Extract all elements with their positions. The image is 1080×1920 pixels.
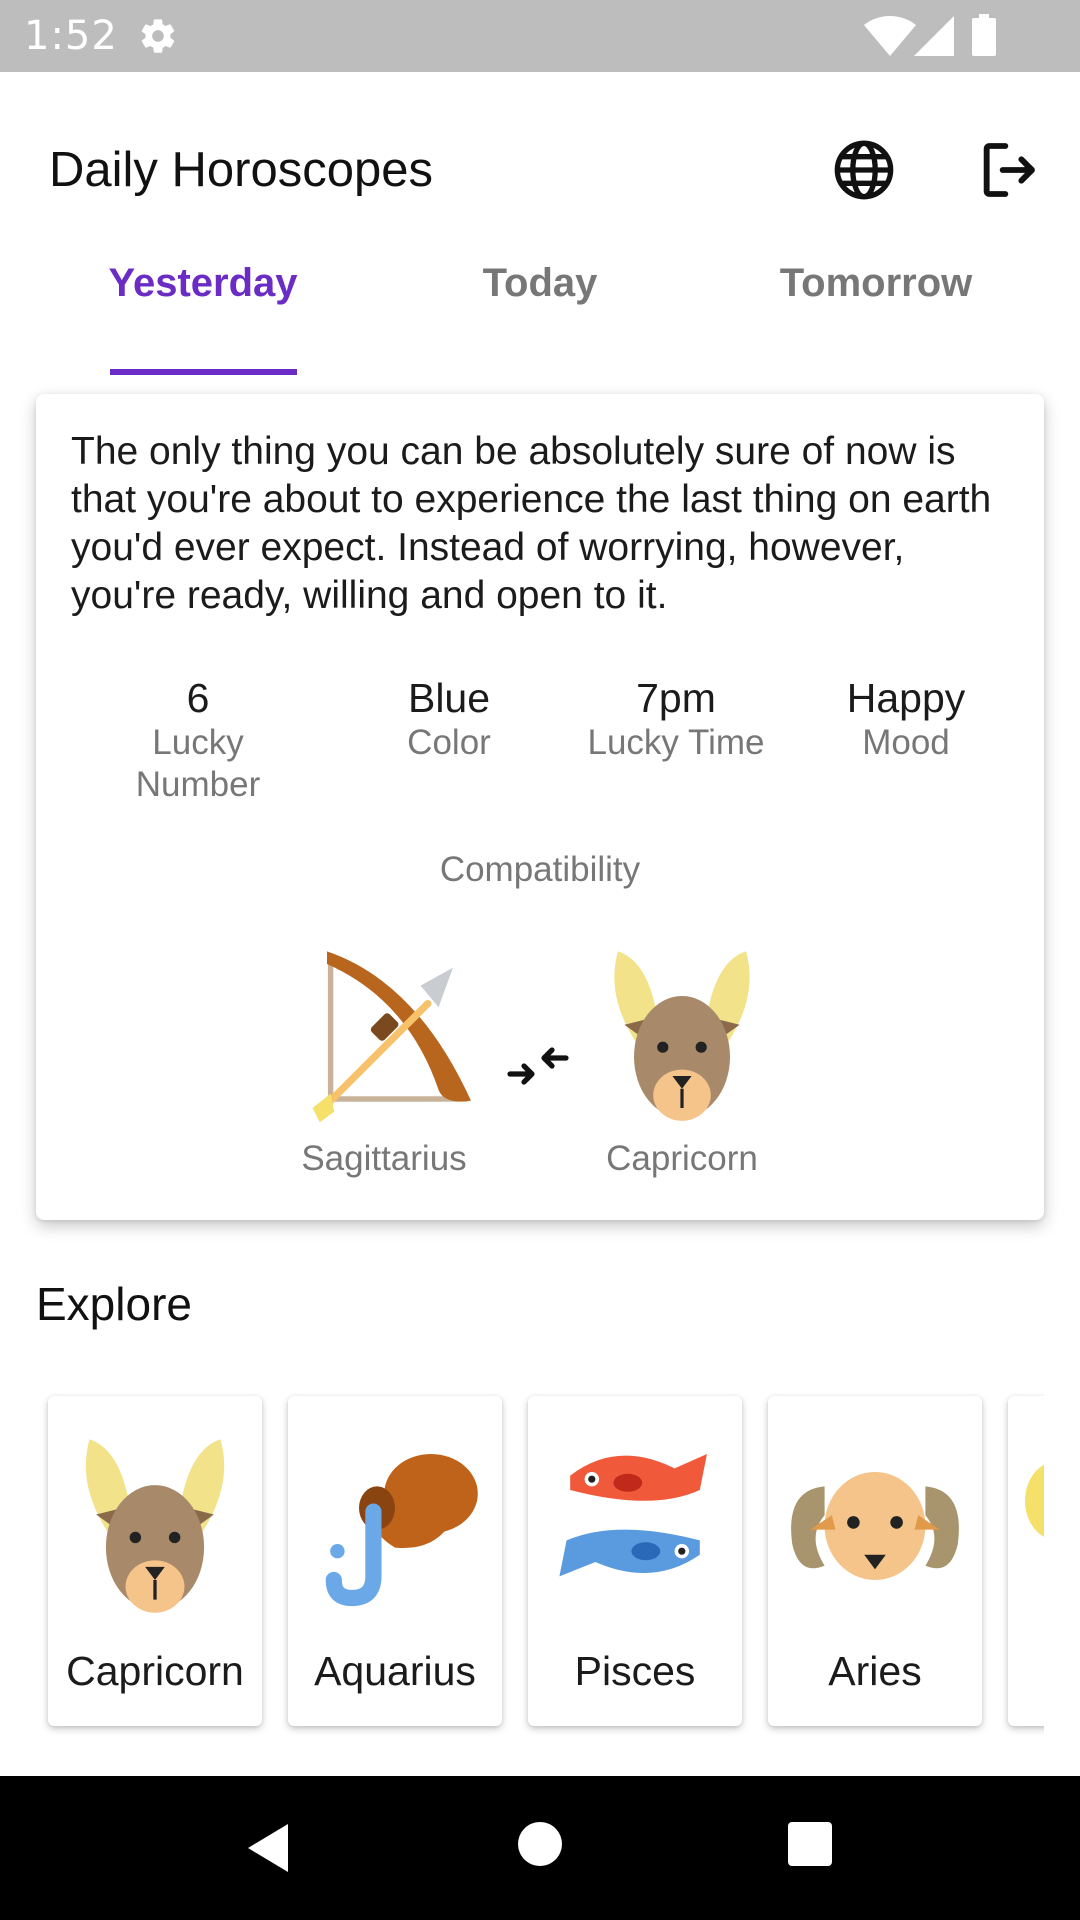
tab-yesterday[interactable]: Yesterday bbox=[53, 258, 353, 308]
aries-ram-icon bbox=[791, 1472, 959, 1580]
wifi-icon bbox=[864, 16, 916, 56]
status-bar: 1:52 bbox=[0, 0, 1080, 72]
explore-card-label: Capricorn bbox=[66, 1648, 244, 1694]
lucky-number-value: 6 bbox=[186, 675, 210, 721]
capricorn-goat-icon bbox=[85, 1439, 225, 1613]
settings-gear-icon bbox=[141, 19, 175, 53]
horoscope-text: The only thing you can be absolutely sur… bbox=[71, 430, 992, 617]
horoscope-card: The only thing you can be absolutely sur… bbox=[36, 394, 1044, 1220]
explore-card-label: Pisces bbox=[574, 1648, 696, 1694]
logout-icon[interactable] bbox=[976, 138, 1040, 202]
mood-stat: Happy Mood bbox=[836, 674, 976, 764]
recents-square-icon[interactable] bbox=[786, 1820, 834, 1868]
explore-card-partial[interactable] bbox=[1008, 1396, 1044, 1726]
explore-card-label: Aquarius bbox=[314, 1648, 476, 1694]
lucky-time-stat: 7pm Lucky Time bbox=[576, 674, 776, 764]
lucky-number-stat: 6 Lucky Number bbox=[98, 674, 298, 806]
lucky-time-value: 7pm bbox=[636, 675, 716, 721]
compare-arrows-icon bbox=[507, 1047, 569, 1085]
home-circle-icon[interactable] bbox=[516, 1820, 564, 1868]
tab-tomorrow[interactable]: Tomorrow bbox=[726, 258, 1026, 308]
explore-card-aries[interactable]: Aries bbox=[768, 1396, 982, 1726]
system-nav-bar bbox=[0, 1776, 1080, 1920]
explore-card-label: Aries bbox=[828, 1648, 922, 1694]
capricorn-goat-icon bbox=[614, 951, 750, 1121]
explore-card-capricorn[interactable]: Capricorn bbox=[48, 1396, 262, 1726]
explore-title: Explore bbox=[36, 1278, 192, 1330]
color-value: Blue bbox=[407, 675, 491, 721]
explore-carousel[interactable]: Capricorn Aquarius Pisces Aries bbox=[36, 1380, 1044, 1740]
back-triangle-icon[interactable] bbox=[240, 1820, 296, 1876]
cell-signal-icon bbox=[914, 16, 954, 56]
color-label: Color bbox=[407, 723, 491, 762]
globe-icon[interactable] bbox=[832, 138, 896, 202]
active-tab-indicator bbox=[110, 369, 297, 375]
compatibility-title: Compatibility bbox=[439, 850, 641, 889]
partial-sign-icon bbox=[1025, 1464, 1044, 1537]
aquarius-water-jug-icon bbox=[325, 1454, 478, 1607]
compat-sign-b-label: Capricorn bbox=[606, 1139, 758, 1178]
sagittarius-bow-icon bbox=[312, 951, 471, 1123]
status-time: 1:52 bbox=[24, 13, 118, 59]
lucky-number-label: Lucky Number bbox=[135, 723, 261, 804]
mood-label: Mood bbox=[862, 723, 950, 762]
color-stat: Blue Color bbox=[384, 674, 514, 764]
explore-card-aquarius[interactable]: Aquarius bbox=[288, 1396, 502, 1726]
battery-icon bbox=[972, 14, 996, 56]
compat-sign-a-label: Sagittarius bbox=[301, 1139, 467, 1178]
app-title: Daily Horoscopes bbox=[49, 143, 433, 197]
lucky-time-label: Lucky Time bbox=[587, 723, 765, 762]
explore-card-pisces[interactable]: Pisces bbox=[528, 1396, 742, 1726]
pisces-fish-icon bbox=[559, 1454, 707, 1577]
tab-today[interactable]: Today bbox=[390, 258, 690, 308]
mood-value: Happy bbox=[846, 675, 966, 721]
